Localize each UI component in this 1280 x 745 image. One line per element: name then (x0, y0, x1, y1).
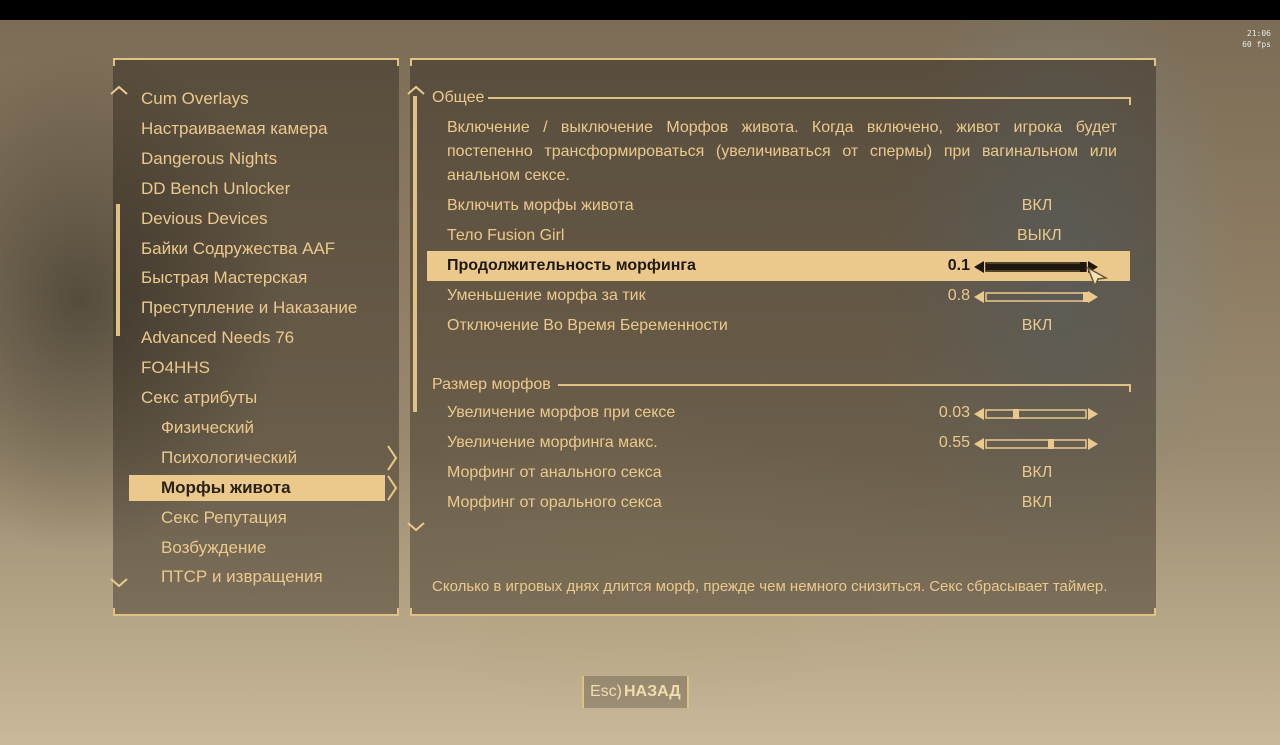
hud-fps: 60 fps (1242, 40, 1271, 49)
scroll-down-icon[interactable] (406, 520, 426, 532)
setting-label: Отключение Во Время Беременности (447, 317, 728, 334)
setting-value: 0.03 (938, 404, 970, 421)
setting-label: Увеличение морфов при сексе (447, 404, 676, 421)
hud-time: 21:06 (1246, 29, 1271, 38)
chevron-right-icon (387, 475, 398, 501)
menu-item[interactable]: ПТСР и извращения (161, 564, 323, 590)
slider-track[interactable] (974, 438, 1098, 450)
slider-setting-row[interactable]: Уменьшение морфа за тик 0.8 (427, 281, 1130, 311)
slider-track[interactable] (974, 261, 1098, 273)
toggle-setting-row[interactable]: Морфинг от анального секса ВКЛ (427, 458, 1130, 488)
setting-label: Тело Fusion Girl (447, 227, 565, 244)
menu-item[interactable]: Настраиваемая камера (141, 116, 328, 142)
toggle-setting-row[interactable]: Включить морфы живота ВКЛ (427, 191, 1130, 221)
slider-arrow-right-icon (1088, 438, 1098, 450)
menu-item[interactable]: Физический (161, 415, 254, 441)
section-divider (558, 384, 1131, 386)
setting-label: Увеличение морфинга макс. (447, 434, 658, 451)
menu-item[interactable]: Морфы живота (129, 475, 385, 501)
slider-handle (1048, 439, 1054, 449)
scroll-up-icon[interactable] (109, 84, 129, 96)
menu-item[interactable]: Cum Overlays (141, 86, 249, 112)
setting-value: ВКЛ (1021, 317, 1053, 334)
setting-label: Морфинг от анального секса (447, 464, 662, 481)
menu-item[interactable]: Advanced Needs 76 (141, 325, 294, 351)
toggle-setting-row[interactable]: Морфинг от орального секса ВКЛ (427, 488, 1130, 518)
setting-value: ВКЛ (1021, 464, 1053, 481)
slider-arrow-left-icon (974, 408, 984, 420)
menu-item[interactable]: Преступление и Наказание (141, 295, 357, 321)
mouse-cursor-icon (1086, 266, 1108, 288)
setting-label: Уменьшение морфа за тик (447, 287, 646, 304)
menu-item[interactable]: Быстрая Мастерская (141, 265, 307, 291)
slider-setting-row[interactable]: Увеличение морфинга макс. 0.55 (427, 428, 1130, 458)
top-bar (0, 0, 1280, 20)
slider-track[interactable] (974, 408, 1098, 420)
menu-item[interactable]: Байки Содружества AAF (141, 236, 335, 262)
setting-label: Продолжительность морфинга (447, 257, 696, 274)
menu-item[interactable]: Психологический (161, 445, 297, 471)
slider-arrow-left-icon (974, 438, 984, 450)
mod-list-scrollbar[interactable] (116, 204, 120, 336)
slider-setting-row[interactable]: Увеличение морфов при сексе 0.03 (427, 398, 1130, 428)
slider[interactable] (974, 290, 1098, 303)
setting-label: Морфинг от орального секса (447, 494, 662, 511)
slider-handle (1013, 409, 1019, 419)
back-button[interactable]: Esc) НАЗАД (582, 676, 689, 708)
slider[interactable] (974, 437, 1098, 450)
menu-item[interactable]: DD Bench Unlocker (141, 176, 290, 202)
menu-item[interactable]: Секс атрибуты (141, 385, 257, 411)
toggle-setting-row[interactable]: Отключение Во Время Беременности ВКЛ (427, 311, 1130, 341)
slider-setting-row[interactable]: Продолжительность морфинга 0.1 (427, 251, 1130, 281)
menu-item[interactable]: Секс Репутация (161, 505, 287, 531)
toggle-setting-row[interactable]: Тело Fusion Girl ВЫКЛ (427, 221, 1130, 251)
section-divider (488, 97, 1131, 99)
setting-value: 0.8 (947, 287, 970, 304)
setting-hint: Сколько в игровых днях длится морф, преж… (432, 578, 1108, 595)
back-label: НАЗАД (624, 683, 681, 700)
chevron-right-icon (387, 445, 398, 471)
setting-value: 0.55 (938, 434, 970, 451)
setting-value: ВЫКЛ (1017, 227, 1062, 244)
slider[interactable] (974, 260, 1098, 273)
settings-scrollbar[interactable] (413, 96, 417, 412)
section-title-size: Размер морфов (432, 376, 551, 393)
menu-item[interactable]: Devious Devices (141, 206, 268, 232)
hud-overlay: 21:06 60 fps (1242, 28, 1271, 50)
slider-arrow-right-icon (1088, 291, 1098, 303)
section-title-general: Общее (432, 89, 485, 106)
setting-value: ВКЛ (1021, 494, 1053, 511)
menu-item[interactable]: Dangerous Nights (141, 146, 277, 172)
scroll-down-icon[interactable] (109, 576, 129, 588)
slider-arrow-left-icon (974, 291, 984, 303)
scroll-up-icon[interactable] (406, 84, 426, 96)
esc-key-label: Esc) (590, 683, 622, 700)
setting-value: ВКЛ (1021, 197, 1053, 214)
slider-arrow-left-icon (974, 261, 984, 273)
setting-value: 0.1 (947, 257, 970, 274)
setting-label: Включить морфы живота (447, 197, 634, 214)
slider-arrow-right-icon (1088, 408, 1098, 420)
slider[interactable] (974, 407, 1098, 420)
slider-track[interactable] (974, 291, 1098, 303)
menu-item[interactable]: Возбуждение (161, 535, 266, 561)
section-description: Включение / выключение Морфов живота. Ко… (447, 119, 1117, 184)
menu-item[interactable]: FO4HHS (141, 355, 210, 381)
